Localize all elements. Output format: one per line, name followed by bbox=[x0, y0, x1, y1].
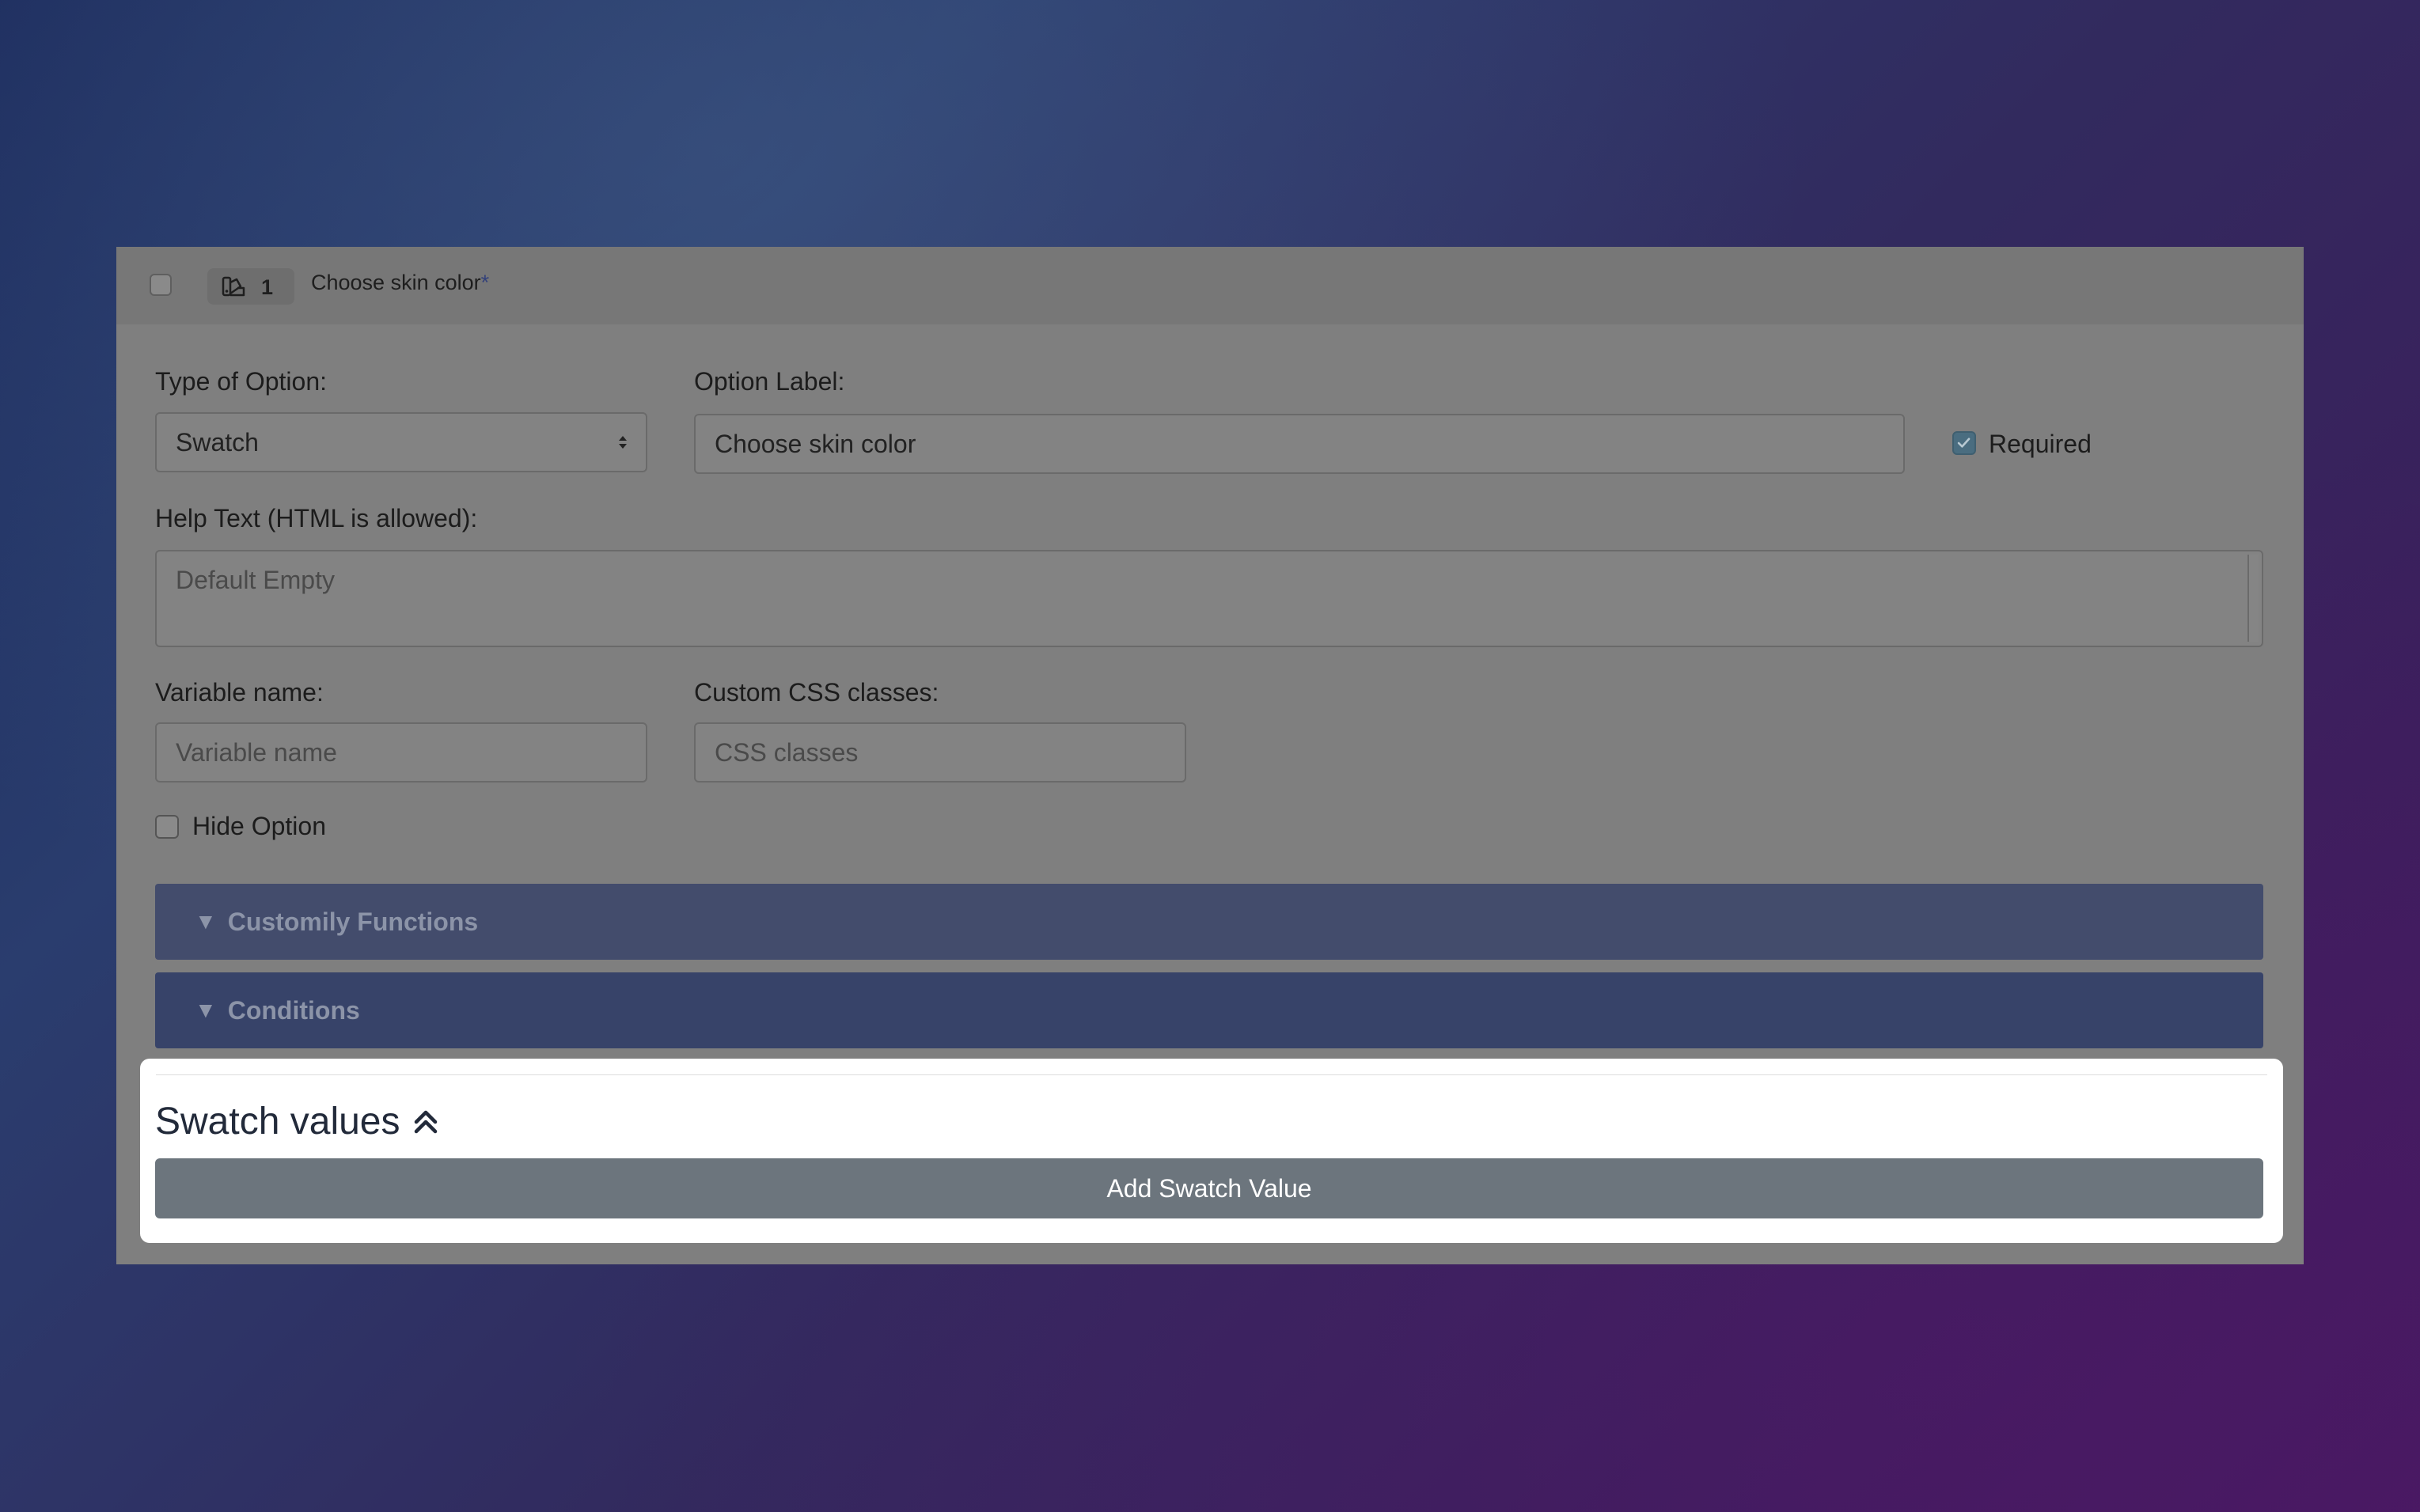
option-header[interactable]: 1 Choose skin color* bbox=[116, 247, 2304, 324]
triangle-down-icon: ▼ bbox=[195, 998, 217, 1022]
swatch-icon bbox=[222, 276, 245, 297]
custom-css-placeholder: CSS classes bbox=[715, 737, 859, 767]
help-text-textarea[interactable]: Default Empty bbox=[155, 550, 2263, 647]
conditions-accordion[interactable]: ▼ Conditions bbox=[155, 972, 2263, 1048]
variable-name-input[interactable]: Variable name bbox=[155, 722, 647, 783]
option-header-title: Choose skin color* bbox=[311, 271, 489, 295]
variable-name-placeholder: Variable name bbox=[176, 737, 337, 767]
option-select-checkbox[interactable] bbox=[150, 274, 172, 296]
add-swatch-value-button[interactable]: Add Swatch Value bbox=[155, 1158, 2263, 1218]
double-chevron-up-icon[interactable] bbox=[410, 1106, 442, 1138]
hide-option-checkbox[interactable] bbox=[155, 815, 179, 839]
option-number-badge: 1 bbox=[207, 268, 294, 305]
option-panel: 1 Choose skin color* Type of Option: Swa… bbox=[116, 247, 2304, 1264]
section-divider bbox=[156, 1074, 2267, 1075]
customily-functions-accordion[interactable]: ▼ Customily Functions bbox=[155, 884, 2263, 960]
type-of-option-select[interactable]: Swatch bbox=[155, 412, 647, 472]
select-arrows-icon bbox=[619, 436, 627, 449]
custom-css-label: Custom CSS classes: bbox=[694, 678, 939, 707]
option-number: 1 bbox=[261, 275, 274, 299]
triangle-down-icon: ▼ bbox=[195, 909, 217, 934]
type-of-option-value: Swatch bbox=[176, 427, 259, 457]
textarea-resize-scrollbar[interactable] bbox=[2247, 555, 2259, 642]
swatch-values-title: Swatch values bbox=[155, 1101, 400, 1143]
help-text-label: Help Text (HTML is allowed): bbox=[155, 504, 478, 532]
custom-css-input[interactable]: CSS classes bbox=[694, 722, 1186, 783]
option-label-value: Choose skin color bbox=[715, 429, 916, 458]
required-star: * bbox=[480, 271, 490, 294]
customily-functions-label: Customily Functions bbox=[227, 907, 479, 936]
option-label-label: Option Label: bbox=[694, 367, 845, 396]
variable-name-label: Variable name: bbox=[155, 678, 324, 707]
swatch-values-heading[interactable]: Swatch values bbox=[155, 1100, 442, 1143]
swatch-values-section: Swatch values Add Swatch Value bbox=[140, 1059, 2283, 1243]
option-label-input[interactable]: Choose skin color bbox=[694, 414, 1905, 474]
required-checkbox[interactable] bbox=[1952, 431, 1976, 455]
hide-option-label: Hide Option bbox=[192, 812, 326, 840]
required-label: Required bbox=[1989, 430, 2092, 458]
help-text-placeholder: Default Empty bbox=[176, 566, 335, 594]
option-header-title-text: Choose skin color bbox=[311, 271, 481, 294]
conditions-label: Conditions bbox=[227, 995, 360, 1025]
type-of-option-label: Type of Option: bbox=[155, 367, 328, 396]
check-icon bbox=[1957, 438, 1971, 448]
